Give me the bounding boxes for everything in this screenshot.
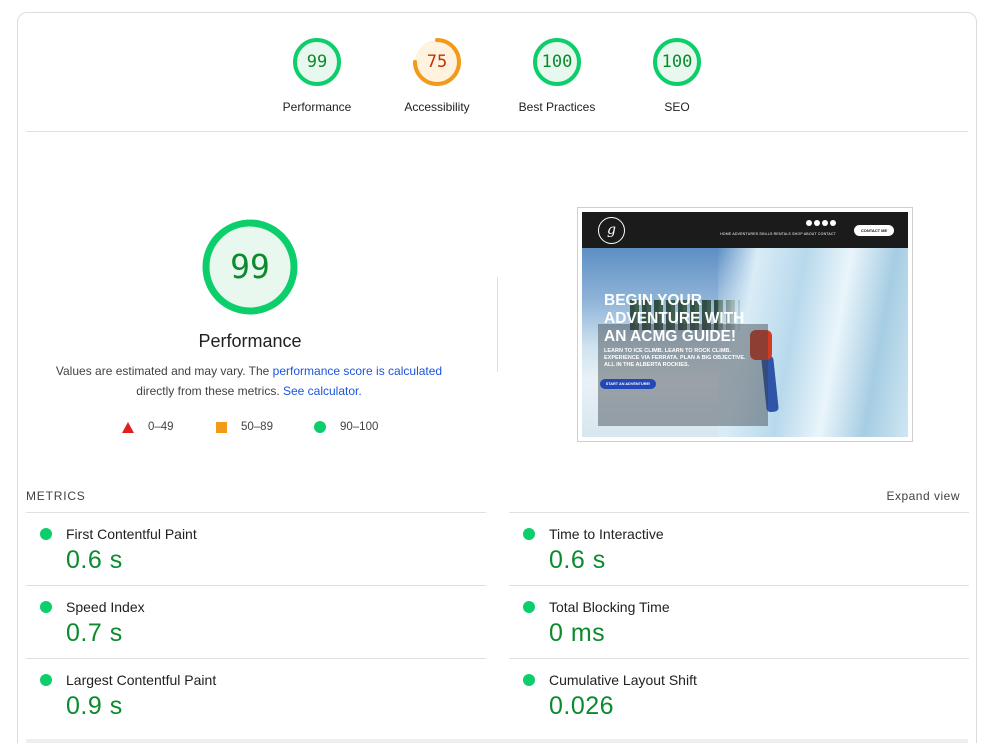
hero-headline-line: BEGIN YOUR <box>604 292 702 309</box>
legend-pass: 90–100 <box>314 421 378 433</box>
site-navbar: g HOME ADVENTURES SKILLS RENTALS SHOP AB… <box>582 212 908 248</box>
hero-headline-line: ADVENTURE WITH <box>604 310 745 327</box>
legend-fail: 0–49 <box>122 421 174 433</box>
metric-value: 0.6 s <box>66 546 123 574</box>
pass-circle-icon <box>523 528 535 540</box>
metric-speed-index: Speed Index 0.7 s <box>26 585 486 658</box>
metric-label: Cumulative Layout Shift <box>549 672 697 688</box>
performance-title: Performance <box>198 331 302 351</box>
desc-text: Values are estimated and may vary. The <box>55 364 273 378</box>
social-icon <box>814 220 820 226</box>
metric-label: First Contentful Paint <box>66 526 197 542</box>
metric-value: 0.026 <box>549 692 615 720</box>
final-screenshot: g HOME ADVENTURES SKILLS RENTALS SHOP AB… <box>577 207 913 442</box>
metric-first-contentful-paint: First Contentful Paint 0.6 s <box>26 512 486 585</box>
metric-cumulative-layout-shift: Cumulative Layout Shift 0.026 <box>509 658 969 731</box>
gauge-label: Accessibility <box>404 100 470 114</box>
legend-average: 50–89 <box>216 421 273 433</box>
triangle-icon <box>122 421 134 433</box>
metric-value: 0.7 s <box>66 619 123 647</box>
expand-view-toggle[interactable]: Expand view <box>886 489 960 503</box>
metric-label: Time to Interactive <box>549 526 664 542</box>
metrics-heading: METRICS <box>26 489 86 503</box>
gauge-performance[interactable]: 99 Performance <box>257 37 377 114</box>
hero-headline: BEGIN YOUR ADVENTURE WITH AN ACMG GUIDE! <box>604 292 744 346</box>
score-calculated-link[interactable]: performance score is calculated <box>273 364 442 378</box>
hero-subtext-line: LEARN TO ICE CLIMB. LEARN TO ROCK CLIMB. <box>604 348 731 354</box>
social-icon <box>830 220 836 226</box>
metric-time-to-interactive: Time to Interactive 0.6 s <box>509 512 969 585</box>
gauge-ring: 75 <box>412 37 462 87</box>
metric-label: Largest Contentful Paint <box>66 672 217 688</box>
site-logo: g <box>598 217 625 244</box>
summary-gauges: 99 Performance 75 Accessibility 100 Best… <box>18 13 976 133</box>
legend-fail-label: 0–49 <box>148 421 174 433</box>
vertical-divider <box>497 277 498 372</box>
gauge-score: 75 <box>426 52 448 72</box>
section-divider <box>26 131 968 132</box>
metric-largest-contentful-paint: Largest Contentful Paint 0.9 s <box>26 658 486 731</box>
gauge-accessibility[interactable]: 75 Accessibility <box>377 37 497 114</box>
gauge-label: Performance <box>282 100 352 114</box>
gauge-label: SEO <box>664 100 690 114</box>
circle-icon <box>314 421 326 433</box>
see-calculator-link[interactable]: See calculator. <box>283 384 362 398</box>
performance-score: 99 <box>230 247 270 286</box>
gauge-score: 100 <box>661 52 693 72</box>
metric-value: 0.9 s <box>66 692 123 720</box>
metric-label: Total Blocking Time <box>549 599 670 615</box>
hero-subtext-line: ALL IN THE ALBERTA ROCKIES. <box>604 362 690 368</box>
legend-average-label: 50–89 <box>241 421 273 433</box>
site-nav-links: HOME ADVENTURES SKILLS RENTALS SHOP ABOU… <box>720 232 836 236</box>
gauge-ring: 99 <box>201 218 299 316</box>
hero-cta-button: START AN ADVENTURE! <box>600 379 656 389</box>
pass-circle-icon <box>523 674 535 686</box>
performance-description: Values are estimated and may vary. The p… <box>48 361 450 401</box>
desc-text: directly from these metrics. <box>136 384 283 398</box>
social-icon <box>822 220 828 226</box>
gauge-score: 100 <box>541 52 573 72</box>
metrics-column-right: Time to Interactive 0.6 s Total Blocking… <box>509 512 969 731</box>
gauge-ring: 100 <box>532 37 582 87</box>
pass-circle-icon <box>40 528 52 540</box>
metrics-column-left: First Contentful Paint 0.6 s Speed Index… <box>26 512 486 731</box>
hero-subtext: LEARN TO ICE CLIMB. LEARN TO ROCK CLIMB.… <box>604 348 746 369</box>
legend-pass-label: 90–100 <box>340 421 379 433</box>
gauge-seo[interactable]: 100 SEO <box>617 37 737 114</box>
pass-circle-icon <box>40 674 52 686</box>
gauge-ring: 99 <box>292 37 342 87</box>
pass-circle-icon <box>40 601 52 613</box>
hero-subtext-line: EXPERIENCE VIA FERRATA. PLAN A BIG OBJEC… <box>604 355 746 361</box>
gauge-score: 99 <box>306 52 328 72</box>
hero-headline-line: AN ACMG GUIDE! <box>604 328 737 345</box>
gauge-ring: 100 <box>652 37 702 87</box>
site-contact-button: CONTACT ME <box>854 225 894 236</box>
report-card: 99 Performance 75 Accessibility 100 Best… <box>17 12 977 743</box>
metric-value: 0.6 s <box>549 546 606 574</box>
gauge-label: Best Practices <box>518 100 596 114</box>
metric-value: 0 ms <box>549 619 606 647</box>
gauge-best-practices[interactable]: 100 Best Practices <box>497 37 617 114</box>
bottom-scroll-edge <box>26 739 968 743</box>
metric-label: Speed Index <box>66 599 145 615</box>
social-icons <box>806 220 836 226</box>
square-icon <box>216 421 227 433</box>
metric-total-blocking-time: Total Blocking Time 0 ms <box>509 585 969 658</box>
pass-circle-icon <box>523 601 535 613</box>
social-icon <box>806 220 812 226</box>
performance-gauge-large: 99 Performance <box>180 218 320 352</box>
screenshot-page: g HOME ADVENTURES SKILLS RENTALS SHOP AB… <box>582 212 908 437</box>
